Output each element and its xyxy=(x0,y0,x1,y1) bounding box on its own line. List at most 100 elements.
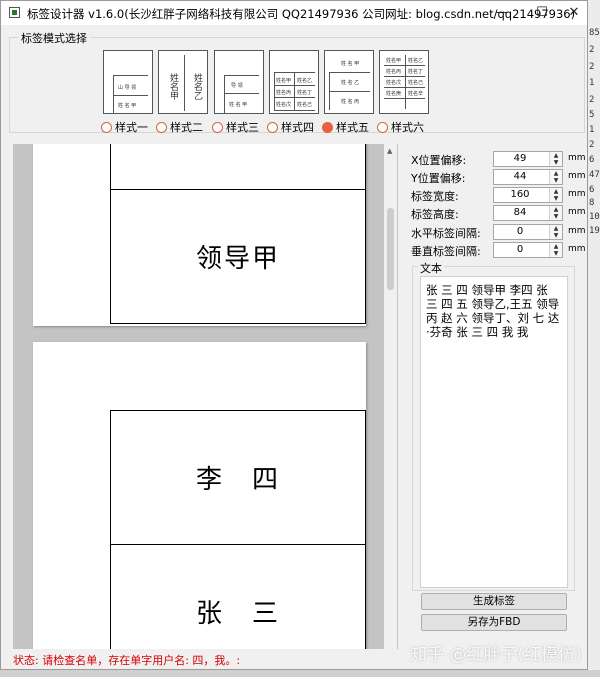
height-spinbox[interactable]: 84 ▲ ▼ xyxy=(493,205,563,221)
bg-text: 85 xyxy=(589,28,600,38)
spin-up-icon[interactable]: ▲ xyxy=(550,206,562,213)
thumb-text: 姓 名 甲 xyxy=(229,102,248,108)
bg-text: 1 xyxy=(589,78,595,88)
style-1-label[interactable]: 样式一 xyxy=(115,121,148,134)
style-6-thumbnail[interactable]: 姓名甲 姓名乙 姓名丙 姓名丁 姓名戊 姓名己 姓名庚 姓名辛 xyxy=(379,50,429,114)
width-value[interactable]: 160 xyxy=(494,189,546,200)
style-select-group-title: 标签模式选择 xyxy=(18,30,90,46)
thumb-text: 姓名乙 xyxy=(408,58,424,64)
style-4-thumbnail[interactable]: 姓名甲 姓名乙 姓名丙 姓名丁 姓名戊 姓名己 xyxy=(269,50,319,114)
spin-down-icon[interactable]: ▼ xyxy=(550,232,562,239)
style-option-6[interactable]: 姓名甲 姓名乙 姓名丙 姓名丁 姓名戊 姓名己 姓名庚 姓名辛 样式六 xyxy=(377,50,433,134)
thumb-text: 姓名乙 xyxy=(192,73,202,100)
save-as-fbd-button[interactable]: 另存为FBD xyxy=(421,614,567,631)
thumb-text: 姓 名 甲 xyxy=(341,61,360,67)
label-name: 张 三 xyxy=(195,599,280,629)
thumb-text: 姓名甲 xyxy=(168,73,178,100)
style-2-thumbnail[interactable]: 姓名甲 姓名乙 xyxy=(158,50,208,114)
style-3-radio[interactable] xyxy=(212,121,223,133)
width-label: 标签宽度: xyxy=(411,190,459,203)
x-offset-value[interactable]: 49 xyxy=(494,153,546,164)
style-2-label[interactable]: 样式二 xyxy=(170,121,203,134)
text-group-title: 文本 xyxy=(418,260,444,276)
minimize-button[interactable]: — xyxy=(485,1,519,25)
unit-label: mm xyxy=(568,226,586,236)
spin-down-icon[interactable]: ▼ xyxy=(550,177,562,184)
bg-text: 2 xyxy=(589,45,595,55)
height-value[interactable]: 84 xyxy=(494,207,546,218)
style-5-label[interactable]: 样式五 xyxy=(336,121,369,134)
thumb-text: 姓 名 丙 xyxy=(341,99,360,105)
thumb-text: 姓名丁 xyxy=(297,90,313,96)
style-6-label[interactable]: 样式六 xyxy=(391,121,424,134)
scrollbar-thumb[interactable] xyxy=(387,208,394,290)
width-spinbox[interactable]: 160 ▲ ▼ xyxy=(493,187,563,203)
style-5-thumbnail[interactable]: 姓 名 甲 姓 名 乙 姓 名 丙 xyxy=(324,50,374,114)
bg-text: 2 xyxy=(589,95,595,105)
thumb-text: 姓名丙 xyxy=(386,69,402,75)
status-message: 状态: 请检查名单，存在单字用户名: 四，我。: xyxy=(13,654,241,667)
spin-up-icon[interactable]: ▲ xyxy=(550,188,562,195)
style-4-radio[interactable] xyxy=(267,121,278,133)
v-gap-spinbox[interactable]: 0 ▲ ▼ xyxy=(493,242,563,258)
style-option-4[interactable]: 姓名甲 姓名乙 姓名丙 姓名丁 姓名戊 姓名己 样式四 xyxy=(267,50,323,134)
thumb-text: 姓名甲 xyxy=(276,78,292,84)
title-bar[interactable]: 标签设计器 v1.6.0(长沙红胖子网络科技有限公司 QQ21497936 公司… xyxy=(1,1,587,25)
x-offset-label: X位置偏移: xyxy=(411,154,467,167)
label-cell xyxy=(110,144,366,190)
v-gap-value[interactable]: 0 xyxy=(494,244,546,255)
style-3-label[interactable]: 样式三 xyxy=(226,121,259,134)
spin-down-icon[interactable]: ▼ xyxy=(550,195,562,202)
thumb-text: 姓名己 xyxy=(408,80,424,86)
style-5-radio[interactable] xyxy=(322,121,333,133)
preview-scrollbar[interactable]: ▲ xyxy=(384,144,397,649)
style-3-thumbnail[interactable]: 导 领 姓 名 甲 xyxy=(214,50,264,114)
label-preview-area[interactable]: 领导甲 李 四 张 三 xyxy=(13,144,398,649)
spin-down-icon[interactable]: ▼ xyxy=(550,250,562,257)
spin-down-icon[interactable]: ▼ xyxy=(550,159,562,166)
spin-up-icon[interactable]: ▲ xyxy=(550,170,562,177)
bg-text: 47 xyxy=(589,170,600,180)
y-offset-label: Y位置偏移: xyxy=(411,172,466,185)
style-option-2[interactable]: 姓名甲 姓名乙 样式二 xyxy=(156,50,212,134)
style-option-5[interactable]: 姓 名 甲 姓 名 乙 姓 名 丙 样式五 xyxy=(322,50,378,134)
unit-label: mm xyxy=(568,189,586,199)
h-gap-spinbox[interactable]: 0 ▲ ▼ xyxy=(493,224,563,240)
label-cell: 张 三 xyxy=(110,544,366,649)
style-6-radio[interactable] xyxy=(377,121,388,133)
scroll-up-icon[interactable]: ▲ xyxy=(387,147,392,155)
thumb-text: 姓名戊 xyxy=(276,102,292,108)
names-textarea[interactable]: 张 三 四 领导甲 李四 张 三 四 五 领导乙,王五 领导丙 赵 六 领导丁、… xyxy=(420,276,568,588)
maximize-button[interactable]: ☐ xyxy=(525,1,559,25)
bg-text: 8 xyxy=(589,198,595,208)
style-1-radio[interactable] xyxy=(101,121,112,133)
style-option-3[interactable]: 导 领 姓 名 甲 样式三 xyxy=(212,50,268,134)
x-offset-spinbox[interactable]: 49 ▲ ▼ xyxy=(493,151,563,167)
background-window-edge: 85 2 2 1 2 5 1 2 6 47 6 8 10 19 xyxy=(588,0,600,677)
style-2-radio[interactable] xyxy=(156,121,167,133)
spin-down-icon[interactable]: ▼ xyxy=(550,213,562,220)
label-name: 领导甲 xyxy=(195,244,280,274)
style-4-label[interactable]: 样式四 xyxy=(281,121,314,134)
unit-label: mm xyxy=(568,171,586,181)
style-option-1[interactable]: 山 导 领 姓 名 甲 样式一 xyxy=(101,50,157,134)
spin-up-icon[interactable]: ▲ xyxy=(550,243,562,250)
h-gap-label: 水平标签间隔: xyxy=(411,227,481,240)
unit-label: mm xyxy=(568,207,586,217)
h-gap-value[interactable]: 0 xyxy=(494,226,546,237)
y-offset-value[interactable]: 44 xyxy=(494,171,546,182)
thumb-text: 姓 名 甲 xyxy=(118,103,137,109)
style-1-thumbnail[interactable]: 山 导 领 姓 名 甲 xyxy=(103,50,153,114)
label-name: 李 四 xyxy=(195,465,280,495)
thumb-text: 姓名丙 xyxy=(276,90,292,96)
y-offset-spinbox[interactable]: 44 ▲ ▼ xyxy=(493,169,563,185)
spin-up-icon[interactable]: ▲ xyxy=(550,225,562,232)
thumb-text: 姓名丁 xyxy=(408,69,424,75)
close-button[interactable]: ✕ xyxy=(557,1,591,25)
thumb-text: 姓名甲 xyxy=(386,58,402,64)
watermark-text: 知乎 @红胖子(红模仿) xyxy=(410,645,582,665)
generate-labels-button[interactable]: 生成标签 xyxy=(421,593,567,610)
thumb-text: 姓名辛 xyxy=(408,91,424,97)
spin-up-icon[interactable]: ▲ xyxy=(550,152,562,159)
background-strip xyxy=(0,670,600,677)
